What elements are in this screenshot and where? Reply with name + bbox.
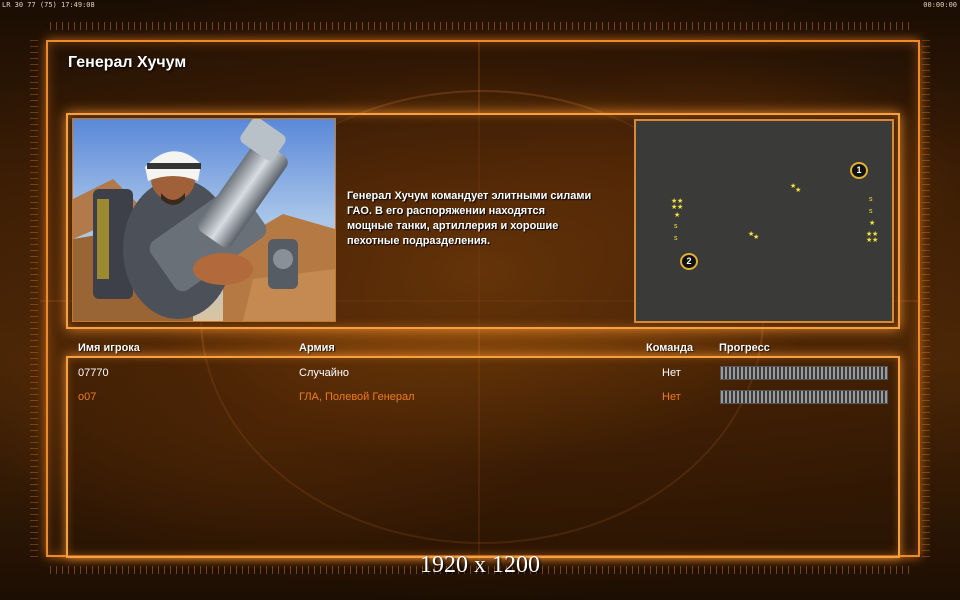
- description-line: Генерал Хучум командует элитными силами: [347, 190, 592, 202]
- game-timer: 00:00:00: [923, 1, 957, 9]
- minimap-star-marker: ★: [795, 187, 802, 194]
- debug-info: LR 30 77 (75) 17:49:08: [2, 1, 95, 9]
- start-position-2: 2: [680, 253, 698, 270]
- minimap-star-marker: ★: [674, 212, 681, 219]
- minimap: 1 2 ★ ★ ★ ★ ★ ★ ★ ★ ★ s s s s ★ ★ ★ ★ ★: [634, 119, 894, 323]
- header-army: Армия: [299, 342, 335, 354]
- ruler-right: [922, 40, 930, 560]
- minimap-supply-marker: s: [869, 208, 873, 215]
- minimap-star-marker: ★: [872, 237, 879, 244]
- minimap-star-marker: ★: [753, 234, 760, 241]
- minimap-star-marker: ★: [869, 220, 876, 227]
- resolution-label: 1920 x 1200: [420, 552, 540, 578]
- minimap-supply-marker: s: [674, 235, 678, 242]
- description-line: пехотные подразделения.: [347, 235, 491, 247]
- general-portrait: [72, 118, 336, 322]
- loading-progress-bar: [720, 366, 888, 380]
- player-army: Случайно: [299, 367, 350, 379]
- player-army: ГЛА, Полевой Генерал: [299, 391, 415, 403]
- minimap-supply-marker: s: [674, 223, 678, 230]
- header-player-name: Имя игрока: [78, 342, 140, 354]
- general-description: Генерал Хучум командует элитными силами …: [345, 189, 630, 249]
- loading-progress-bar: [720, 390, 888, 404]
- header-progress: Прогресс: [719, 342, 770, 354]
- header-team: Команда: [646, 342, 694, 354]
- debug-bar: LR 30 77 (75) 17:49:08 00:00:00: [0, 0, 960, 10]
- player-list-panel: [66, 356, 900, 558]
- start-position-1: 1: [850, 162, 868, 179]
- description-line: мощные танки, артиллерия и хорошие: [347, 220, 559, 232]
- player-team: Нет: [662, 391, 681, 403]
- minimap-star-marker: ★: [677, 204, 684, 211]
- player-team: Нет: [662, 367, 681, 379]
- general-title: Генерал Хучум: [68, 54, 187, 71]
- minimap-supply-marker: s: [869, 196, 873, 203]
- ruler-left: [30, 40, 38, 560]
- ruler-top: [50, 22, 910, 30]
- progress-fill: [721, 391, 887, 403]
- player-name: o07: [78, 391, 97, 403]
- description-line: ГАО. В его распоряжении находятся: [347, 205, 546, 217]
- progress-fill: [721, 367, 887, 379]
- player-name: 07770: [78, 367, 109, 379]
